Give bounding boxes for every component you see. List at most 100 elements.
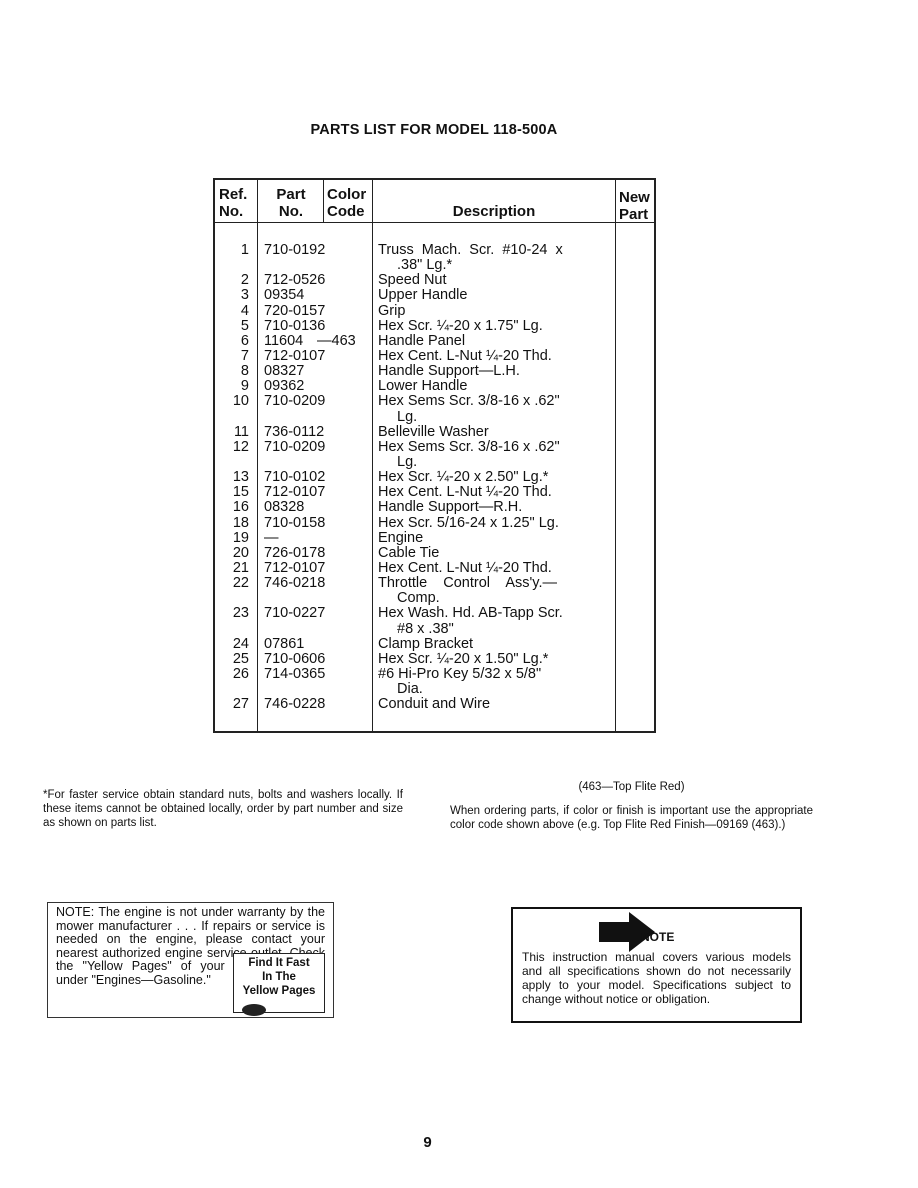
description: Hex Scr. 5/16-24 x 1.25" Lg. [378, 514, 559, 531]
table-row: 26 714-0365 #6 Hi-Pro Key 5/32 x 5/8" Dia. [215, 665, 654, 698]
description: Hex Scr. ¼-20 x 2.50" Lg.* [378, 469, 549, 486]
part-number: 720-0157 [264, 302, 326, 319]
part-number: 736-0112 [264, 423, 325, 440]
part-number: 09362 [264, 378, 305, 395]
description: Clamp Bracket [378, 635, 474, 652]
part-number: 746-0228 [264, 696, 326, 713]
part-number: 710-0136 [264, 317, 326, 334]
part-number: 710-0209 [264, 393, 326, 410]
description: Hex Sems Scr. 3/8-16 x .62" [378, 393, 560, 410]
part-number: 11604 [264, 332, 304, 349]
document-page: PARTS LIST FOR MODEL 118-500A Ref. No. Pa… [0, 0, 918, 1188]
color-legend: (463—Top Flite Red) [578, 781, 685, 793]
ordering-note: When ordering parts, if color or finish … [450, 805, 813, 831]
part-number: — [264, 529, 279, 546]
table-row: 16 08328 Handle Support—R.H. [215, 500, 654, 515]
ref-number: 21 [232, 559, 249, 576]
table-row: 15 712-0107 Hex Cent. L-Nut ¼-20 Thd. [215, 485, 654, 500]
description: Grip [378, 302, 406, 319]
part-number: 710-0158 [264, 514, 326, 531]
ref-number: 1 [240, 242, 249, 258]
table-row: 6 11604 —463 Handle Panel [215, 332, 654, 349]
description: Hex Cent. L-Nut ¼-20 Thd. [378, 559, 552, 576]
ref-number: 25 [232, 650, 249, 667]
ref-number: 22 [232, 575, 249, 592]
table-row: 5 710-0136 Hex Scr. ¼-20 x 1.75" Lg. [215, 317, 654, 334]
ref-number: 23 [232, 605, 249, 622]
part-number: 710-0209 [264, 438, 326, 455]
part-number: 710-0102 [264, 469, 326, 486]
table-row: 20 726-0178 Cable Tie [215, 544, 654, 561]
ref-number: 15 [232, 484, 249, 501]
engine-warranty-note: NOTE: The engine is not under warranty b… [47, 902, 334, 1018]
part-number: 08327 [264, 363, 305, 380]
description: Handle Support—R.H. [378, 499, 523, 516]
table-row: 18 710-0158 Hex Scr. 5/16-24 x 1.25" Lg. [215, 514, 654, 531]
description: Hex Scr. ¼-20 x 1.75" Lg. [378, 317, 543, 334]
ref-number: 12 [232, 438, 249, 455]
description-continued: Lg. [397, 408, 418, 425]
table-row: 10 710-0209 Hex Sems Scr. 3/8-16 x .62" Lg. [215, 394, 654, 424]
description: Hex Sems Scr. 3/8-16 x .62" [378, 438, 560, 455]
table-row: 23 710-0227 Hex Wash. Hd. AB-Tapp Scr. #8 x… [215, 606, 654, 636]
part-number: 08328 [264, 499, 305, 516]
description-continued: Comp. [397, 590, 440, 607]
part-number: 746-0218 [264, 575, 326, 592]
part-number: 09354 [264, 287, 305, 304]
description-continued: Dia. [397, 681, 423, 698]
table-row: 25 710-0606 Hex Scr. ¼-20 x 1.50" Lg.* [215, 650, 654, 667]
yellow-pages-logo: Find It Fast In The Yellow Pages [233, 953, 325, 1016]
table-row: 22 746-0218 Throttle Control Ass'y.— Comp. [215, 575, 654, 607]
table-row: 13 710-0102 Hex Scr. ¼-20 x 2.50" Lg.* [215, 469, 654, 486]
description: Cable Tie [378, 544, 440, 561]
description: Handle Panel [378, 332, 466, 349]
page-number: 9 [423, 1134, 432, 1151]
parts-table: Ref. No. Part No. Color Code Description Ne… [213, 178, 656, 733]
footnote: *For faster service obtain standard nuts… [43, 789, 403, 829]
description-continued: Lg. [397, 453, 418, 470]
ref-number: 11 [233, 423, 249, 440]
part-number: 714-0365 [264, 665, 326, 682]
table-row: 27 746-0228 Conduit and Wire [215, 697, 654, 712]
ref-number: 26 [232, 665, 249, 682]
description: Speed Nut [378, 272, 447, 289]
ref-number: 18 [232, 514, 249, 531]
page-title: PARTS LIST FOR MODEL 118-500A [310, 122, 558, 138]
table-row: 7 712-0107 Hex Cent. L-Nut ¼-20 Thd. [215, 347, 654, 364]
ref-number: 20 [232, 544, 249, 561]
ref-number: 16 [232, 499, 249, 516]
table-row: 21 712-0107 Hex Cent. L-Nut ¼-20 Thd. [215, 559, 654, 576]
table-row: 24 07861 Clamp Bracket [215, 635, 654, 652]
table-row: 9 09362 Lower Handle [215, 379, 654, 394]
ref-number: 3 [240, 287, 249, 304]
table-row: 12 710-0209 Hex Sems Scr. 3/8-16 x .62" Lg. [215, 438, 654, 470]
header-description: Description [452, 203, 536, 220]
part-number: 712-0526 [264, 272, 326, 289]
description: Hex Cent. L-Nut ¼-20 Thd. [378, 347, 552, 364]
header-new-part: New Part [619, 189, 650, 223]
part-number: 07861 [264, 635, 305, 652]
note-heading: NOTE [641, 930, 675, 944]
table-row: 11 736-0112 Belleville Washer [215, 423, 654, 440]
table-row: 8 08327 Handle Support—L.H. [215, 363, 654, 380]
description: Belleville Washer [378, 423, 489, 440]
description: Hex Wash. Hd. AB-Tapp Scr. [378, 605, 563, 622]
table-row: 3 09354 Upper Handle [215, 288, 654, 303]
description: Handle Support—L.H. [378, 363, 520, 380]
description: Upper Handle [378, 287, 468, 304]
instruction-note-box: NOTE This instruction manual covers vari… [511, 907, 802, 1023]
description: Lower Handle [378, 378, 468, 395]
ref-number: 7 [240, 347, 249, 364]
table-row: 19 — Engine [215, 529, 654, 546]
part-number: 726-0178 [264, 544, 326, 561]
description: #6 Hi-Pro Key 5/32 x 5/8" [378, 665, 542, 682]
header-color: Color Code [327, 186, 367, 220]
ref-number: 6 [240, 332, 249, 349]
table-row: 1 710-0192 Truss Mach. Scr. #10-24 x .38" L… [215, 242, 654, 274]
part-number: 712-0107 [264, 347, 326, 364]
description: Throttle Control Ass'y.— [378, 575, 557, 592]
ref-number: 9 [240, 378, 249, 395]
table-row: 4 720-0157 Grip [215, 302, 654, 319]
description-continued: .38" Lg.* [397, 257, 453, 274]
description: Conduit and Wire [378, 696, 491, 713]
